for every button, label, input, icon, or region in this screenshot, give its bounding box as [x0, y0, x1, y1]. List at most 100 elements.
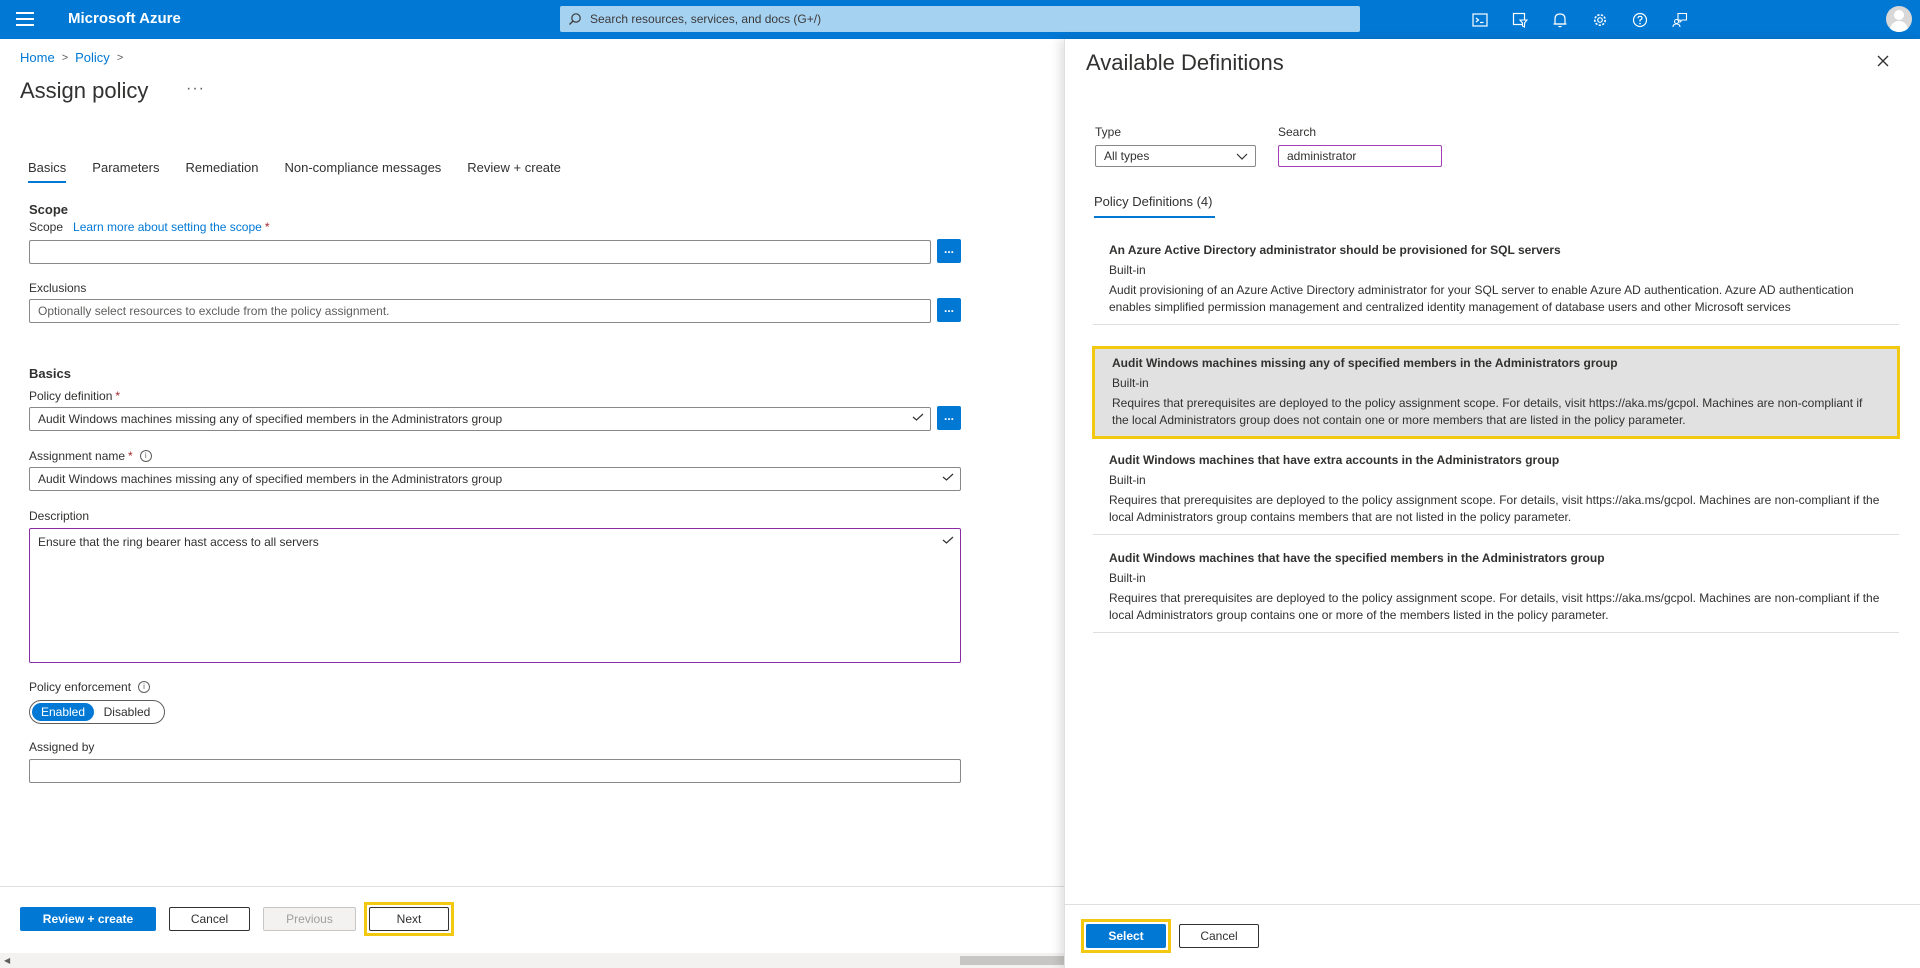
definition-item[interactable]: An Azure Active Directory administrator … — [1093, 235, 1899, 325]
scroll-left-icon[interactable]: ◀ — [4, 956, 10, 965]
settings-icon[interactable] — [1580, 0, 1620, 39]
definition-type: Built-in — [1109, 473, 1146, 487]
notifications-icon[interactable] — [1540, 0, 1580, 39]
definition-title: Audit Windows machines missing any of sp… — [1112, 356, 1618, 370]
panel-footer-divider — [1065, 904, 1920, 905]
definition-description: Requires that prerequisites are deployed… — [1109, 591, 1880, 622]
panel-title: Available Definitions — [1086, 50, 1284, 75]
wizard-tabs: Basics Parameters Remediation Non-compli… — [28, 160, 587, 183]
policy-enforcement-toggle[interactable]: Enabled Disabled — [29, 700, 165, 724]
definition-title: An Azure Active Directory administrator … — [1109, 243, 1561, 257]
required-indicator: * — [115, 389, 121, 403]
breadcrumb-home[interactable]: Home — [20, 50, 55, 65]
page-title: Assign policy — [20, 78, 149, 103]
scope-field[interactable] — [29, 240, 931, 264]
panel-cancel-button[interactable]: Cancel — [1179, 924, 1259, 948]
assignment-name-value: Audit Windows machines missing any of sp… — [38, 472, 503, 486]
policy-definition-value: Audit Windows machines missing any of sp… — [38, 412, 503, 426]
search-icon — [569, 13, 581, 25]
assignment-name-field[interactable]: Audit Windows machines missing any of sp… — [29, 467, 961, 491]
required-indicator: * — [128, 449, 133, 463]
more-options-icon[interactable]: ··· — [186, 80, 205, 98]
enforcement-disabled-option[interactable]: Disabled — [94, 703, 160, 721]
checkmark-icon — [912, 413, 924, 421]
assignment-name-label: Assignment name — [29, 449, 126, 463]
cloud-shell-icon[interactable] — [1460, 0, 1500, 39]
type-dropdown[interactable]: All types — [1095, 145, 1256, 167]
policy-definition-browse-button[interactable]: ... — [937, 406, 961, 430]
exclusions-field[interactable]: Optionally select resources to exclude f… — [29, 299, 931, 323]
exclusions-browse-button[interactable]: ... — [937, 298, 961, 322]
type-value: All types — [1104, 149, 1150, 163]
definition-item[interactable]: Audit Windows machines that have the spe… — [1093, 543, 1899, 633]
policy-definition-field[interactable]: Audit Windows machines missing any of sp… — [29, 407, 931, 431]
description-value: Ensure that the ring bearer hast access … — [38, 535, 319, 549]
tab-review-create[interactable]: Review + create — [467, 160, 561, 183]
user-avatar[interactable] — [1886, 6, 1912, 32]
definition-title: Audit Windows machines that have the spe… — [1109, 551, 1605, 565]
review-create-button[interactable]: Review + create — [20, 907, 156, 931]
definition-item-selected[interactable]: Audit Windows machines missing any of sp… — [1092, 346, 1900, 439]
definition-search-input[interactable]: administrator — [1278, 145, 1442, 167]
exclusions-label: Exclusions — [29, 281, 87, 295]
scope-label-row: Scope Learn more about setting the scope… — [29, 220, 270, 234]
description-textarea[interactable]: Ensure that the ring bearer hast access … — [29, 528, 961, 663]
definition-type: Built-in — [1112, 376, 1149, 390]
definition-type: Built-in — [1109, 263, 1146, 277]
enforcement-enabled-option[interactable]: Enabled — [32, 703, 94, 721]
horizontal-scrollbar[interactable]: ◀ — [0, 953, 1064, 968]
description-label: Description — [29, 509, 90, 523]
next-button[interactable]: Next — [369, 907, 449, 931]
top-bar: Microsoft Azure Search resources, servic… — [0, 0, 1920, 39]
help-icon[interactable] — [1620, 0, 1660, 39]
select-button[interactable]: Select — [1086, 924, 1166, 948]
brand-title[interactable]: Microsoft Azure — [68, 10, 181, 27]
type-label: Type — [1095, 125, 1122, 139]
definition-description: Audit provisioning of an Azure Active Di… — [1109, 283, 1854, 314]
definition-description: Requires that prerequisites are deployed… — [1109, 493, 1880, 524]
footer-divider — [0, 886, 1064, 887]
feedback-icon[interactable] — [1660, 0, 1700, 39]
definition-description: Requires that prerequisites are deployed… — [1112, 396, 1863, 427]
search-placeholder: Search resources, services, and docs (G+… — [590, 12, 822, 26]
policy-definition-label-row: Policy definition * — [29, 389, 120, 403]
definition-title: Audit Windows machines that have extra a… — [1109, 453, 1560, 467]
search-label: Search — [1278, 125, 1317, 139]
info-icon[interactable]: i — [139, 450, 152, 462]
checkmark-icon — [942, 473, 954, 481]
breadcrumb-policy[interactable]: Policy — [75, 50, 110, 65]
scope-heading: Scope — [29, 202, 69, 217]
basics-heading: Basics — [29, 366, 71, 381]
info-icon[interactable]: i — [138, 681, 151, 693]
tab-basics[interactable]: Basics — [28, 160, 67, 183]
scrollbar-thumb[interactable] — [960, 956, 1064, 965]
scope-browse-button[interactable]: ... — [937, 239, 961, 263]
tab-policy-definitions[interactable]: Policy Definitions (4) — [1094, 194, 1215, 218]
policy-enforcement-label: Policy enforcement — [29, 680, 132, 694]
assignment-name-label-row: Assignment name * i — [29, 449, 152, 463]
available-definitions-panel: Available Definitions Type All types Sea… — [1064, 39, 1920, 968]
scope-label: Scope — [29, 220, 64, 234]
policy-definition-label: Policy definition — [29, 389, 113, 403]
chevron-right-icon: > — [116, 51, 124, 64]
tab-remediation[interactable]: Remediation — [186, 160, 259, 183]
global-search-input[interactable]: Search resources, services, and docs (G+… — [560, 6, 1360, 32]
required-indicator: * — [264, 220, 270, 234]
assigned-by-field[interactable] — [29, 759, 961, 783]
close-icon[interactable] — [1875, 53, 1891, 69]
chevron-right-icon: > — [61, 51, 69, 64]
breadcrumb: Home > Policy > — [20, 50, 130, 65]
definition-type: Built-in — [1109, 571, 1146, 585]
chevron-down-icon — [1236, 153, 1248, 160]
scope-learn-more-link[interactable]: Learn more about setting the scope — [73, 220, 262, 234]
definition-item[interactable]: Audit Windows machines that have extra a… — [1093, 445, 1899, 535]
policy-enforcement-label-row: Policy enforcement i — [29, 680, 151, 694]
previous-button[interactable]: Previous — [263, 907, 356, 931]
tab-non-compliance-messages[interactable]: Non-compliance messages — [285, 160, 442, 183]
tab-parameters[interactable]: Parameters — [92, 160, 159, 183]
cancel-button[interactable]: Cancel — [169, 907, 250, 931]
directory-filter-icon[interactable] — [1500, 0, 1540, 39]
menu-icon[interactable] — [16, 12, 34, 26]
assigned-by-label: Assigned by — [29, 740, 95, 754]
checkmark-icon — [942, 536, 954, 544]
